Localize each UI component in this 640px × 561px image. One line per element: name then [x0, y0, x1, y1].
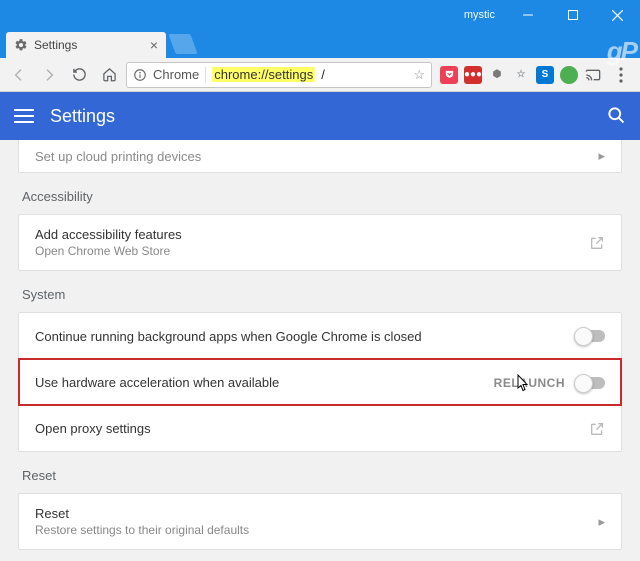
- chrome-menu-button[interactable]: [608, 62, 634, 88]
- settings-header: Settings: [0, 92, 640, 140]
- card-accessibility: Add accessibility features Open Chrome W…: [18, 214, 622, 271]
- relaunch-button[interactable]: RELAUNCH: [494, 376, 565, 390]
- section-title-reset: Reset: [22, 468, 618, 483]
- external-link-icon: [589, 235, 605, 251]
- extension-cast-icon[interactable]: [584, 66, 602, 84]
- chevron-right-icon: ▸: [598, 148, 605, 164]
- window-titlebar: mystic: [0, 0, 640, 30]
- section-title-system: System: [22, 287, 618, 302]
- tab-title: Settings: [34, 38, 77, 52]
- row-subtext: Restore settings to their original defau…: [35, 523, 249, 537]
- star-icon[interactable]: ☆: [413, 67, 425, 83]
- row-label: Set up cloud printing devices: [35, 149, 201, 164]
- window-minimize-button[interactable]: [505, 0, 550, 30]
- extensions-row: ●●● ⬢ ☆ S: [440, 62, 634, 88]
- tab-strip: Settings ×: [0, 30, 640, 58]
- page-title: Settings: [50, 106, 590, 127]
- extension-skype-icon[interactable]: S: [536, 66, 554, 84]
- row-background-apps[interactable]: Continue running background apps when Go…: [19, 313, 621, 359]
- toggle-background-apps[interactable]: [575, 330, 605, 342]
- row-accessibility-features[interactable]: Add accessibility features Open Chrome W…: [19, 215, 621, 270]
- menu-icon[interactable]: [14, 109, 34, 123]
- row-label: Continue running background apps when Go…: [35, 329, 422, 344]
- external-link-icon: [589, 421, 605, 437]
- extension-green-icon[interactable]: [560, 66, 578, 84]
- window-close-button[interactable]: [595, 0, 640, 30]
- card-reset: Reset Restore settings to their original…: [18, 493, 622, 550]
- omnibox-divider: [205, 67, 206, 83]
- browser-tab[interactable]: Settings ×: [6, 32, 166, 58]
- profile-name[interactable]: mystic: [464, 9, 495, 21]
- gear-icon: [14, 38, 28, 52]
- tab-close-button[interactable]: ×: [150, 38, 158, 52]
- new-tab-button[interactable]: [168, 34, 197, 54]
- row-proxy-settings[interactable]: Open proxy settings: [19, 405, 621, 451]
- forward-button[interactable]: [36, 62, 62, 88]
- reload-button[interactable]: [66, 62, 92, 88]
- url-highlight: chrome://settings: [212, 67, 315, 82]
- section-title-accessibility: Accessibility: [22, 189, 618, 204]
- extension-star-icon[interactable]: ☆: [512, 66, 530, 84]
- row-reset[interactable]: Reset Restore settings to their original…: [19, 494, 621, 549]
- extension-grey-icon[interactable]: ⬢: [488, 66, 506, 84]
- extension-pocket-icon[interactable]: [440, 66, 458, 84]
- extension-red-icon[interactable]: ●●●: [464, 66, 482, 84]
- card-printing-peek: Set up cloud printing devices ▸: [18, 140, 622, 173]
- home-button[interactable]: [96, 62, 122, 88]
- chevron-right-icon: ▸: [598, 514, 605, 530]
- card-system: Continue running background apps when Go…: [18, 312, 622, 452]
- row-label: Reset: [35, 506, 69, 521]
- origin-chip: Chrome: [153, 67, 199, 82]
- row-label: Use hardware acceleration when available: [35, 375, 279, 390]
- url-rest: /: [321, 67, 325, 82]
- row-label: Add accessibility features: [35, 227, 182, 242]
- search-icon[interactable]: [606, 105, 626, 128]
- row-cloud-printing[interactable]: Set up cloud printing devices ▸: [19, 140, 621, 172]
- site-info-icon[interactable]: [133, 68, 147, 82]
- toggle-hardware-acceleration[interactable]: [575, 377, 605, 389]
- address-bar[interactable]: Chrome chrome://settings / ☆: [126, 62, 432, 88]
- row-subtext: Open Chrome Web Store: [35, 244, 170, 258]
- row-hardware-acceleration[interactable]: Use hardware acceleration when available…: [19, 359, 621, 405]
- row-label: Open proxy settings: [35, 421, 151, 436]
- back-button[interactable]: [6, 62, 32, 88]
- window-maximize-button[interactable]: [550, 0, 595, 30]
- browser-toolbar: Chrome chrome://settings / ☆ ●●● ⬢ ☆ S: [0, 58, 640, 92]
- settings-body: Set up cloud printing devices ▸ Accessib…: [0, 140, 640, 561]
